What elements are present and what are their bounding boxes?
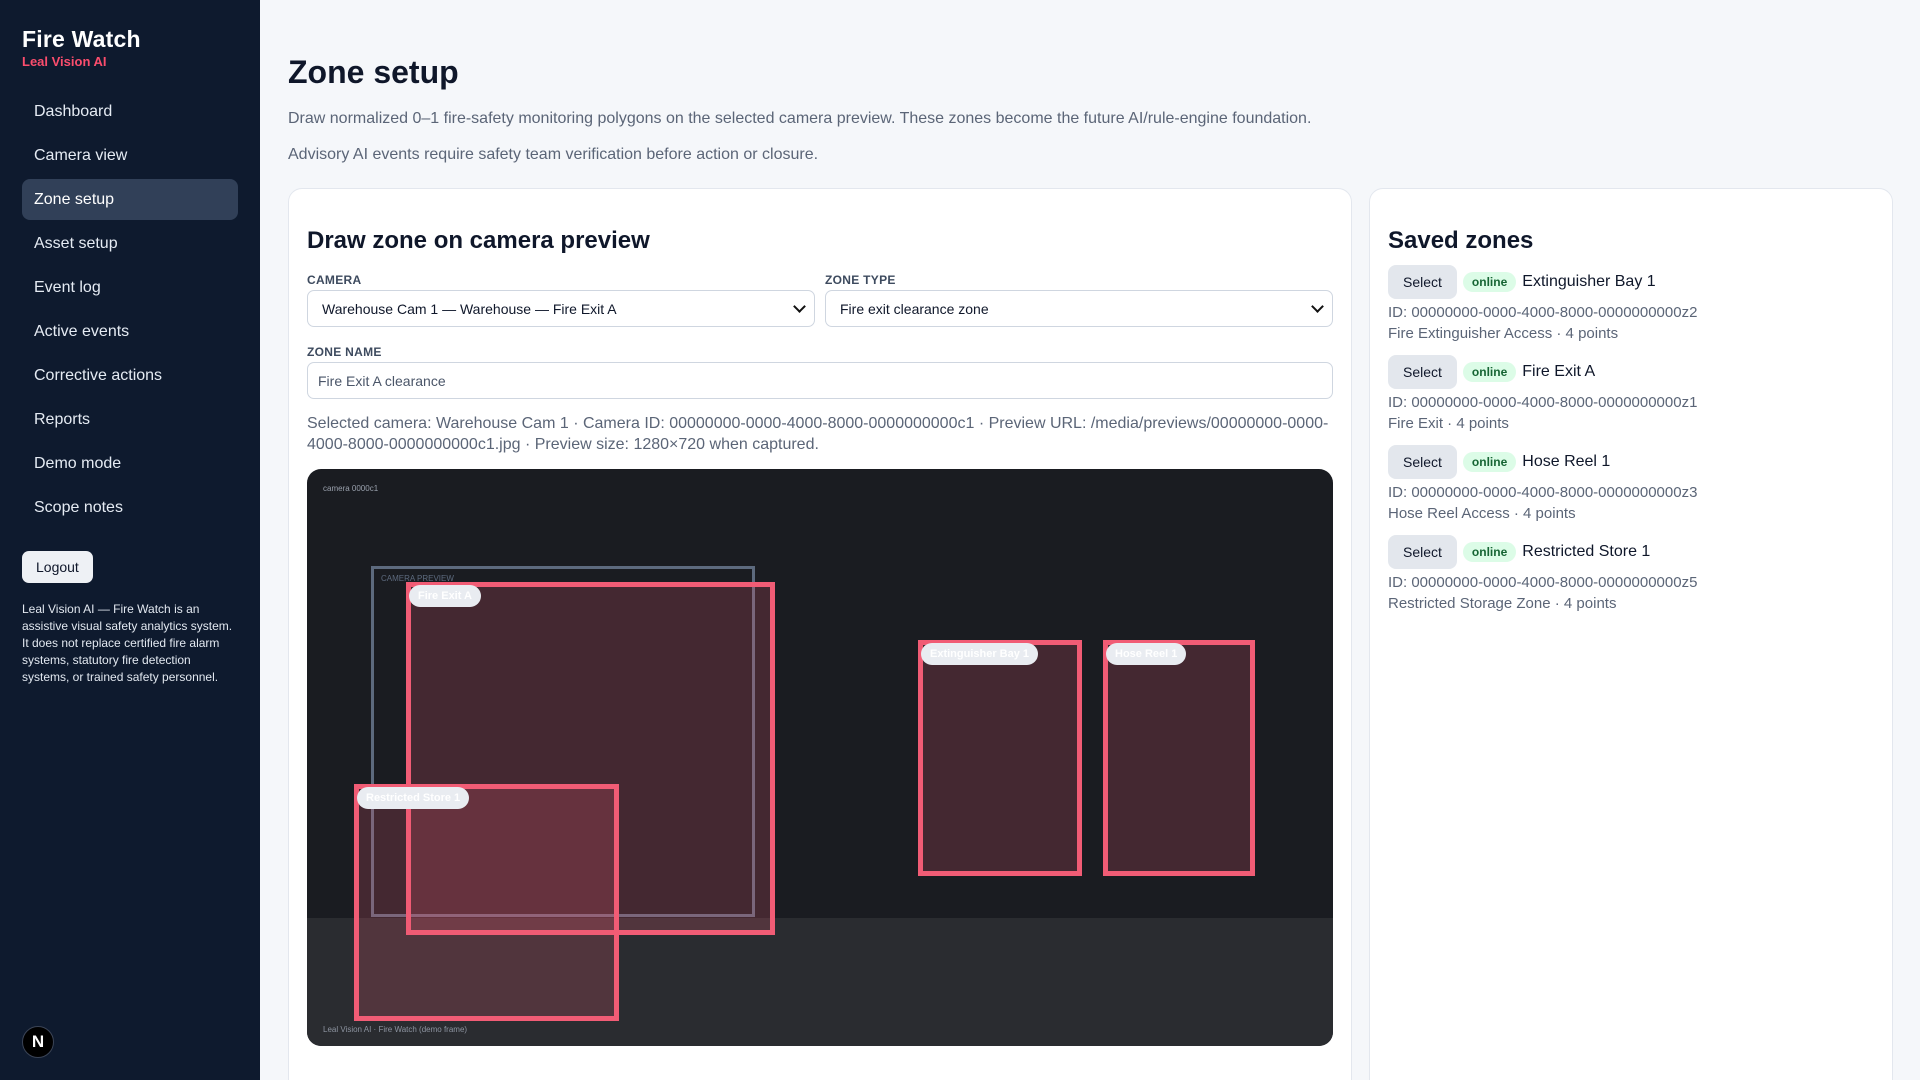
main-content: Zone setup Draw normalized 0–1 fire-safe… xyxy=(288,0,1893,1080)
saved-zones-list: Select online Extinguisher Bay 1 ID: 000… xyxy=(1388,265,1874,614)
list-item: Select online Fire Exit A ID: 00000000-0… xyxy=(1388,355,1874,434)
zone-meta: Hose Reel Access · 4 points xyxy=(1388,505,1576,522)
disclaimer-text: Leal Vision AI — Fire Watch is an assist… xyxy=(22,602,233,684)
zone-polygon-extinguisher-bay-1[interactable] xyxy=(918,640,1082,876)
sidebar-item-demo-mode[interactable]: Demo mode xyxy=(22,443,238,484)
chevron-down-icon xyxy=(1311,299,1324,313)
camera-tag: camera 0000c1 xyxy=(323,484,379,493)
brand-subtitle: Leal Vision AI xyxy=(22,54,107,69)
zone-item-header: Select online Hose Reel 1 xyxy=(1388,445,1874,479)
preview-footer-label: Leal Vision AI · Fire Watch (demo frame) xyxy=(323,1025,468,1034)
zone-id: ID: 00000000-0000-4000-8000-0000000000z5 xyxy=(1388,574,1698,591)
zone-name: Extinguisher Bay 1 xyxy=(1522,273,1656,290)
chevron-down-icon xyxy=(793,299,806,313)
draw-zone-card: Draw zone on camera preview CAMERA Wareh… xyxy=(288,188,1352,1080)
zone-polygon-hose-reel-1[interactable] xyxy=(1103,640,1255,876)
sidebar-item-corrective-actions[interactable]: Corrective actions xyxy=(22,355,238,396)
select-zone-button[interactable]: Select xyxy=(1388,535,1457,569)
camera-label: CAMERA xyxy=(307,273,362,287)
zone-meta: Fire Exit · 4 points xyxy=(1388,415,1509,432)
status-badge: online xyxy=(1462,272,1517,292)
status-badge: online xyxy=(1462,452,1517,472)
saved-zones-card: Saved zones Select online Extinguisher B… xyxy=(1369,188,1893,1080)
sidebar-nav: Dashboard Camera view Zone setup Asset s… xyxy=(22,91,238,528)
zone-item-header: Select online Fire Exit A xyxy=(1388,355,1874,389)
select-zone-button[interactable]: Select xyxy=(1388,445,1457,479)
camera-select-value: Warehouse Cam 1 — Warehouse — Fire Exit … xyxy=(322,300,617,317)
page-title: Zone setup xyxy=(288,54,459,90)
zone-meta: Restricted Storage Zone · 4 points xyxy=(1388,595,1617,612)
zone-name: Hose Reel 1 xyxy=(1522,453,1611,470)
selected-camera-info: Selected camera: Warehouse Cam 1 · Camer… xyxy=(307,415,1329,453)
zone-name-label: ZONE NAME xyxy=(307,345,382,359)
zone-id: ID: 00000000-0000-4000-8000-0000000000z2 xyxy=(1388,304,1698,321)
sidebar-item-dashboard[interactable]: Dashboard xyxy=(22,91,238,132)
sidebar-item-event-log[interactable]: Event log xyxy=(22,267,238,308)
select-zone-button[interactable]: Select xyxy=(1388,355,1457,389)
sidebar-item-zone-setup[interactable]: Zone setup xyxy=(22,179,238,220)
camera-field: CAMERA Warehouse Cam 1 — Warehouse — Fir… xyxy=(307,273,815,327)
zone-meta: Fire Extinguisher Access · 4 points xyxy=(1388,325,1619,342)
sidebar-item-scope-notes[interactable]: Scope notes xyxy=(22,487,238,528)
list-item: Select online Hose Reel 1 ID: 00000000-0… xyxy=(1388,445,1874,524)
zone-type-select[interactable]: Fire exit clearance zone xyxy=(825,290,1333,327)
camera-zone-type-row: CAMERA Warehouse Cam 1 — Warehouse — Fir… xyxy=(307,273,1333,327)
zone-name: Restricted Store 1 xyxy=(1522,543,1651,560)
zone-tag-fire-exit-a: Fire Exit A xyxy=(409,585,481,607)
zone-name-field: ZONE NAME xyxy=(307,345,1333,399)
camera-preview-canvas[interactable]: camera 0000c1 CAMERA PREVIEW Fire Exit A… xyxy=(307,469,1333,1046)
sidebar-item-asset-setup[interactable]: Asset setup xyxy=(22,223,238,264)
zone-id: ID: 00000000-0000-4000-8000-0000000000z1 xyxy=(1388,394,1698,411)
status-badge: online xyxy=(1462,542,1517,562)
sidebar-item-active-events[interactable]: Active events xyxy=(22,311,238,352)
zone-item-header: Select online Extinguisher Bay 1 xyxy=(1388,265,1874,299)
dev-tools-badge[interactable]: N xyxy=(22,1026,54,1058)
zone-type-field: ZONE TYPE Fire exit clearance zone xyxy=(825,273,1333,327)
sidebar-item-reports[interactable]: Reports xyxy=(22,399,238,440)
zone-type-label: ZONE TYPE xyxy=(825,273,896,287)
draw-zone-title: Draw zone on camera preview xyxy=(307,227,650,254)
brand-title: Fire Watch xyxy=(22,26,141,52)
list-item: Select online Extinguisher Bay 1 ID: 000… xyxy=(1388,265,1874,344)
sidebar: Fire Watch Leal Vision AI Dashboard Came… xyxy=(0,0,260,1080)
zone-tag-extinguisher-bay-1: Extinguisher Bay 1 xyxy=(921,643,1039,665)
select-zone-button[interactable]: Select xyxy=(1388,265,1457,299)
logout-button[interactable]: Logout xyxy=(22,551,93,583)
zone-type-select-value: Fire exit clearance zone xyxy=(840,300,989,317)
page-description: Draw normalized 0–1 fire-safety monitori… xyxy=(288,110,1312,127)
zone-item-header: Select online Restricted Store 1 xyxy=(1388,535,1874,569)
list-item: Select online Restricted Store 1 ID: 000… xyxy=(1388,535,1874,614)
advisory-note: Advisory AI events require safety team v… xyxy=(288,146,819,163)
saved-zones-title: Saved zones xyxy=(1388,227,1534,254)
status-badge: online xyxy=(1462,362,1517,382)
zone-name: Fire Exit A xyxy=(1522,363,1596,380)
zone-tag-restricted-store-1: Restricted Store 1 xyxy=(357,787,470,809)
zone-tag-hose-reel-1: Hose Reel 1 xyxy=(1106,643,1187,665)
sidebar-item-camera-view[interactable]: Camera view xyxy=(22,135,238,176)
zone-name-input[interactable] xyxy=(307,362,1333,399)
zone-id: ID: 00000000-0000-4000-8000-0000000000z3 xyxy=(1388,484,1698,501)
camera-select[interactable]: Warehouse Cam 1 — Warehouse — Fire Exit … xyxy=(307,290,815,327)
zone-polygon-restricted-store-1[interactable] xyxy=(354,784,619,1021)
